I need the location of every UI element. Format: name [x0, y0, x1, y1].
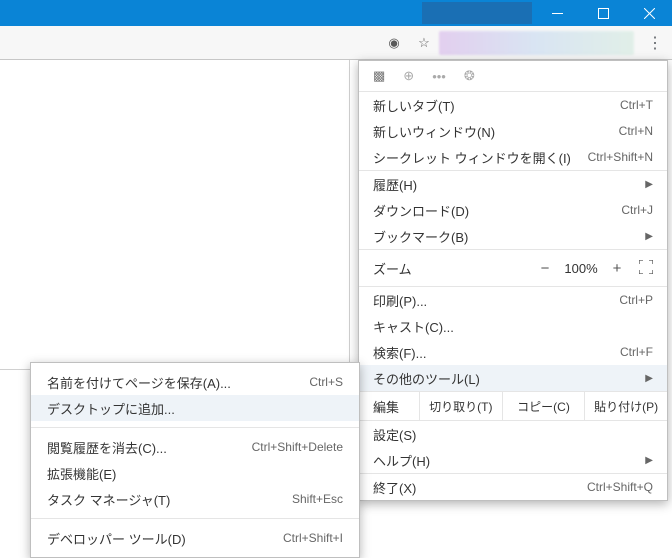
- menu-button[interactable]: ⋮: [640, 33, 670, 53]
- menu-more-tools[interactable]: その他のツール(L)▶: [359, 365, 667, 391]
- submenu-extensions[interactable]: 拡張機能(E): [31, 460, 359, 486]
- close-button[interactable]: [626, 0, 672, 26]
- submenu-dev-tools[interactable]: デベロッパー ツール(D)Ctrl+Shift+I: [31, 525, 359, 551]
- fullscreen-button[interactable]: [639, 260, 653, 277]
- submenu-add-to-desktop[interactable]: デスクトップに追加...: [31, 395, 359, 421]
- star-icon[interactable]: ☆: [409, 35, 439, 51]
- maximize-button[interactable]: [580, 0, 626, 26]
- title-blur: [422, 2, 532, 24]
- toolbar-blur-area: [439, 31, 634, 55]
- paste-button[interactable]: 貼り付け(P): [584, 392, 667, 420]
- menu-print[interactable]: 印刷(P)...Ctrl+P: [359, 287, 667, 313]
- window-titlebar: [0, 0, 672, 26]
- submenu-save-as[interactable]: 名前を付けてページを保存(A)...Ctrl+S: [31, 369, 359, 395]
- cut-button[interactable]: 切り取り(T): [419, 392, 502, 420]
- menu-new-window[interactable]: 新しいウィンドウ(N)Ctrl+N: [359, 118, 667, 144]
- zoom-value: 100%: [559, 261, 603, 276]
- page-content: [0, 60, 350, 370]
- menu-help[interactable]: ヘルプ(H)▶: [359, 447, 667, 473]
- extensions-row: ▩ ⊕ ••• ❂: [359, 61, 667, 91]
- ext-icon-3[interactable]: •••: [432, 69, 446, 84]
- browser-toolbar: ◉ ☆ ⋮: [0, 26, 672, 60]
- menu-find[interactable]: 検索(F)...Ctrl+F: [359, 339, 667, 365]
- location-icon[interactable]: ◉: [379, 35, 409, 51]
- menu-exit[interactable]: 終了(X)Ctrl+Shift+Q: [359, 474, 667, 500]
- ext-icon-2[interactable]: ⊕: [403, 68, 414, 84]
- zoom-label: ズーム: [373, 259, 531, 278]
- menu-new-tab[interactable]: 新しいタブ(T)Ctrl+T: [359, 92, 667, 118]
- more-tools-submenu: 名前を付けてページを保存(A)...Ctrl+S デスクトップに追加... 閲覧…: [30, 362, 360, 558]
- menu-downloads[interactable]: ダウンロード(D)Ctrl+J: [359, 197, 667, 223]
- menu-zoom: ズーム − 100% +: [359, 250, 667, 286]
- zoom-in-button[interactable]: +: [603, 260, 631, 277]
- ext-icon-4[interactable]: ❂: [464, 68, 475, 84]
- edit-label: 編集: [359, 392, 419, 420]
- menu-incognito[interactable]: シークレット ウィンドウを開く(I)Ctrl+Shift+N: [359, 144, 667, 170]
- menu-settings[interactable]: 設定(S): [359, 421, 667, 447]
- menu-cast[interactable]: キャスト(C)...: [359, 313, 667, 339]
- menu-bookmarks[interactable]: ブックマーク(B)▶: [359, 223, 667, 249]
- menu-edit-row: 編集 切り取り(T) コピー(C) 貼り付け(P): [359, 391, 667, 421]
- zoom-out-button[interactable]: −: [531, 260, 559, 277]
- ext-icon-1[interactable]: ▩: [373, 68, 385, 84]
- main-menu: ▩ ⊕ ••• ❂ 新しいタブ(T)Ctrl+T 新しいウィンドウ(N)Ctrl…: [358, 60, 668, 501]
- menu-history[interactable]: 履歴(H)▶: [359, 171, 667, 197]
- submenu-task-manager[interactable]: タスク マネージャ(T)Shift+Esc: [31, 486, 359, 512]
- submenu-clear-history[interactable]: 閲覧履歴を消去(C)...Ctrl+Shift+Delete: [31, 434, 359, 460]
- copy-button[interactable]: コピー(C): [502, 392, 585, 420]
- minimize-button[interactable]: [534, 0, 580, 26]
